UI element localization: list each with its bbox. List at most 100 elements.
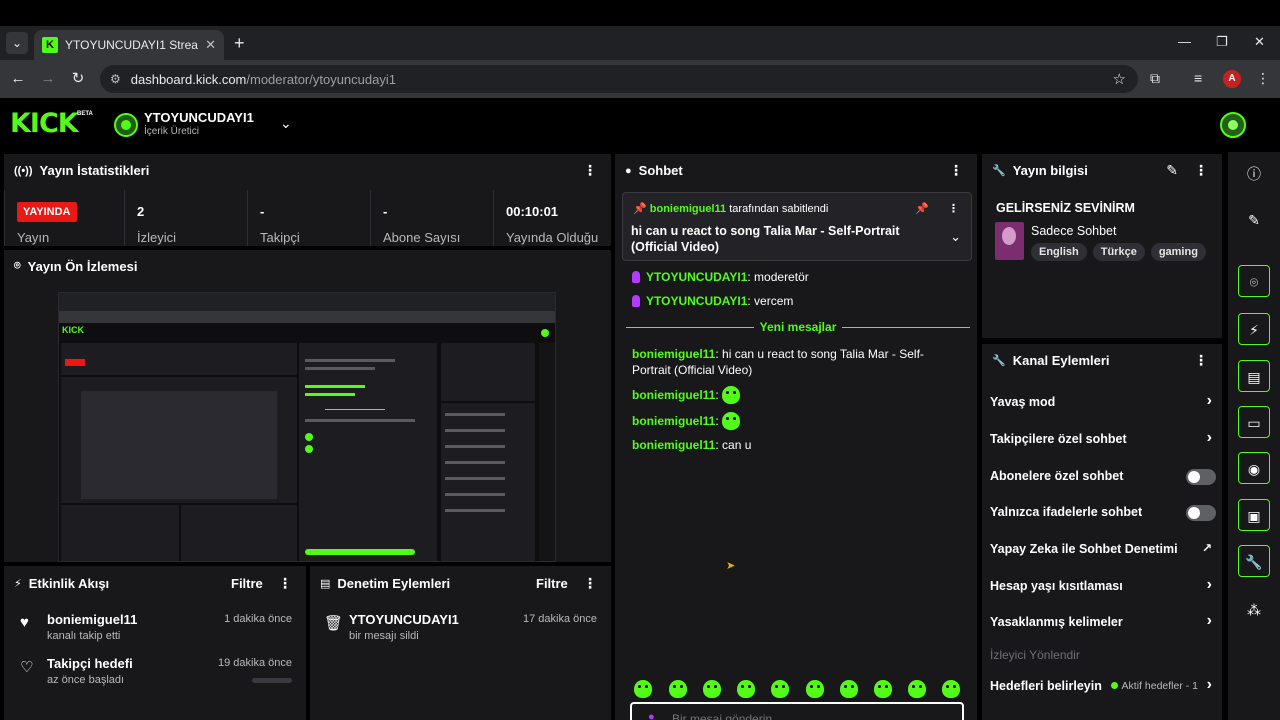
chat-input-box[interactable]: ● <box>630 702 964 720</box>
tag-pill[interactable]: gaming <box>1150 243 1206 261</box>
browser-tab[interactable]: K YTOYUNCUDAYI1 Stream - Kick ✕ <box>34 30 224 60</box>
edit-info-icon[interactable]: ✎ <box>1166 162 1178 179</box>
kick-logo[interactable]: KICK <box>10 109 79 139</box>
emote-button-icon[interactable] <box>634 680 652 698</box>
action-banned-words[interactable]: Yasaklanmış kelimeler › <box>990 612 1216 634</box>
emote-button-icon[interactable] <box>874 680 892 698</box>
emote-button-icon[interactable] <box>908 680 926 698</box>
stat-label: Abone Sayısı <box>383 230 461 245</box>
browser-menu-icon[interactable]: ⋮ <box>1256 70 1270 87</box>
stat-value: 00:10:01 <box>506 204 559 219</box>
stats-menu-icon[interactable]: ⋮ <box>583 162 597 179</box>
chat-menu-icon[interactable]: ⋮ <box>949 162 963 179</box>
moderation-filter-button[interactable]: Filtre <box>536 576 568 591</box>
chat-username[interactable]: boniemiguel11 <box>632 347 715 361</box>
forward-icon[interactable]: → <box>38 69 58 89</box>
emote-button-icon[interactable] <box>771 680 789 698</box>
camera-icon[interactable]: ⌾ <box>1238 265 1270 297</box>
activity-menu-icon[interactable]: ⋮ <box>278 575 292 592</box>
preview-chat-line <box>305 393 355 396</box>
emote-button-icon[interactable] <box>703 680 721 698</box>
emote-button-icon[interactable] <box>669 680 687 698</box>
media-controls-icon[interactable]: ≡ <box>1194 70 1202 86</box>
expand-chevron-icon[interactable]: ⌄ <box>950 229 961 245</box>
profile-avatar[interactable]: A <box>1223 70 1241 88</box>
moderation-menu-icon[interactable]: ⋮ <box>583 575 597 592</box>
action-set-goals[interactable]: Hedefleri belirleyin Aktif hedefler - 1 … <box>990 676 1216 698</box>
address-bar[interactable]: ⚙ dashboard.kick.com/moderator/ytoyuncud… <box>100 65 1138 93</box>
channel-actions-header: 🔧 Kanal Eylemleri <box>992 353 1110 368</box>
quick-actions-rail: ⓘ ✎ ⌾ ⚡ ▤ ▭ ◉ ▣ 🔧 ⁂ <box>1228 152 1280 720</box>
stream-preview-video[interactable]: KICK <box>58 292 556 562</box>
stats-title: Yayın İstatistikleri <box>39 163 150 178</box>
site-info-icon[interactable]: ⚙ <box>110 72 121 86</box>
tag-pill[interactable]: Türkçe <box>1092 243 1145 261</box>
info-menu-icon[interactable]: ⋮ <box>1194 162 1208 179</box>
channel-switch-chevron-icon[interactable]: ⌄ <box>280 115 292 132</box>
screen-top-bar <box>0 0 1280 26</box>
bookmark-star-icon[interactable]: ☆ <box>1113 70 1126 88</box>
pinned-message[interactable]: 📌 boniemiguel11 tarafından sabitlendi 📌 … <box>622 192 972 261</box>
chat-username[interactable]: YTOYUNCUDAYI1 <box>646 294 747 308</box>
mouse-cursor-icon: ➤ <box>726 560 736 572</box>
video-settings-icon[interactable]: ▣ <box>1238 499 1270 531</box>
action-slow-mode[interactable]: Yavaş mod › <box>990 392 1216 414</box>
preview-action-line <box>445 493 505 496</box>
action-label: Abonelere özel sohbet <box>990 469 1124 483</box>
minimize-icon[interactable]: — <box>1178 34 1191 49</box>
broadcast-icon[interactable]: ◉ <box>1238 452 1270 484</box>
chat-icon[interactable]: ▭ <box>1238 406 1270 438</box>
action-ai-moderation[interactable]: Yapay Zeka ile Sohbet Denetimi ↗ <box>990 539 1216 561</box>
pinned-by-suffix: tarafından sabitlendi <box>729 203 829 215</box>
window-close-icon[interactable]: ✕ <box>1254 34 1265 50</box>
extensions-icon[interactable]: ⧉ <box>1150 70 1160 87</box>
moderation-item-sub: bir mesajı sildi <box>349 630 419 642</box>
reload-icon[interactable]: ↻ <box>68 69 88 89</box>
moderation-header: ▤ Denetim Eylemleri <box>320 576 450 591</box>
preview-activity <box>61 505 179 561</box>
chat-username[interactable]: boniemiguel11 <box>632 388 715 402</box>
action-label: Hesap yaşı kısıtlaması <box>990 579 1123 593</box>
maximize-icon[interactable]: ❐ <box>1216 34 1228 50</box>
action-followers-only[interactable]: Takipçilere özel sohbet › <box>990 429 1216 451</box>
user-avatar[interactable] <box>1220 112 1246 138</box>
tag-pill[interactable]: English <box>1031 243 1087 261</box>
wrench-icon: 🔧 <box>992 355 1006 367</box>
apps-icon[interactable]: ⁂ <box>1238 594 1270 626</box>
unpin-icon[interactable]: 📌 <box>915 202 929 215</box>
action-account-age[interactable]: Hesap yaşı kısıtlaması › <box>990 576 1216 598</box>
chat-username[interactable]: boniemiguel11 <box>632 438 715 452</box>
emote-button-icon[interactable] <box>942 680 960 698</box>
pinned-by: 📌 boniemiguel11 tarafından sabitlendi <box>633 202 828 215</box>
edit-icon[interactable]: ✎ <box>1238 204 1270 236</box>
info-icon[interactable]: ⓘ <box>1238 158 1270 190</box>
subscribers-only-toggle[interactable] <box>1186 469 1216 485</box>
tab-search-icon[interactable]: ⌄ <box>6 32 28 54</box>
emotes-only-toggle[interactable] <box>1186 505 1216 521</box>
preview-action-line <box>445 461 505 464</box>
chat-header: ● Sohbet <box>625 163 683 178</box>
wrench-icon[interactable]: 🔧 <box>1238 545 1270 577</box>
moderation-item-title[interactable]: YTOYUNCUDAYI1 <box>349 612 459 627</box>
activity-item-title[interactable]: boniemiguel11 <box>47 612 137 627</box>
activity-filter-button[interactable]: Filtre <box>231 576 263 591</box>
preview-avatar <box>541 329 549 337</box>
close-tab-icon[interactable]: ✕ <box>205 37 216 53</box>
pinned-menu-icon[interactable]: ⋮ <box>948 202 959 215</box>
lightning-icon[interactable]: ⚡ <box>1238 313 1270 345</box>
emote-button-icon[interactable] <box>840 680 858 698</box>
emote-button-icon[interactable] <box>737 680 755 698</box>
back-icon[interactable]: ← <box>8 69 28 89</box>
chat-input[interactable] <box>672 712 912 720</box>
channel-actions-menu-icon[interactable]: ⋮ <box>1194 352 1208 369</box>
chat-username[interactable]: boniemiguel11 <box>632 414 715 428</box>
action-subscribers-only: Abonelere özel sohbet <box>990 466 1216 488</box>
emote-button-icon[interactable] <box>806 680 824 698</box>
stream-category[interactable]: Sadece Sohbet <box>1031 224 1117 238</box>
notes-icon[interactable]: ▤ <box>1238 360 1270 392</box>
new-tab-icon[interactable]: + <box>234 34 245 52</box>
chat-username[interactable]: YTOYUNCUDAYI1 <box>646 270 747 284</box>
stat-status: YAYINDA Yayın <box>4 190 124 246</box>
chat-separator: : <box>715 414 723 428</box>
activity-item-title: Takipçi hedefi <box>47 656 133 671</box>
